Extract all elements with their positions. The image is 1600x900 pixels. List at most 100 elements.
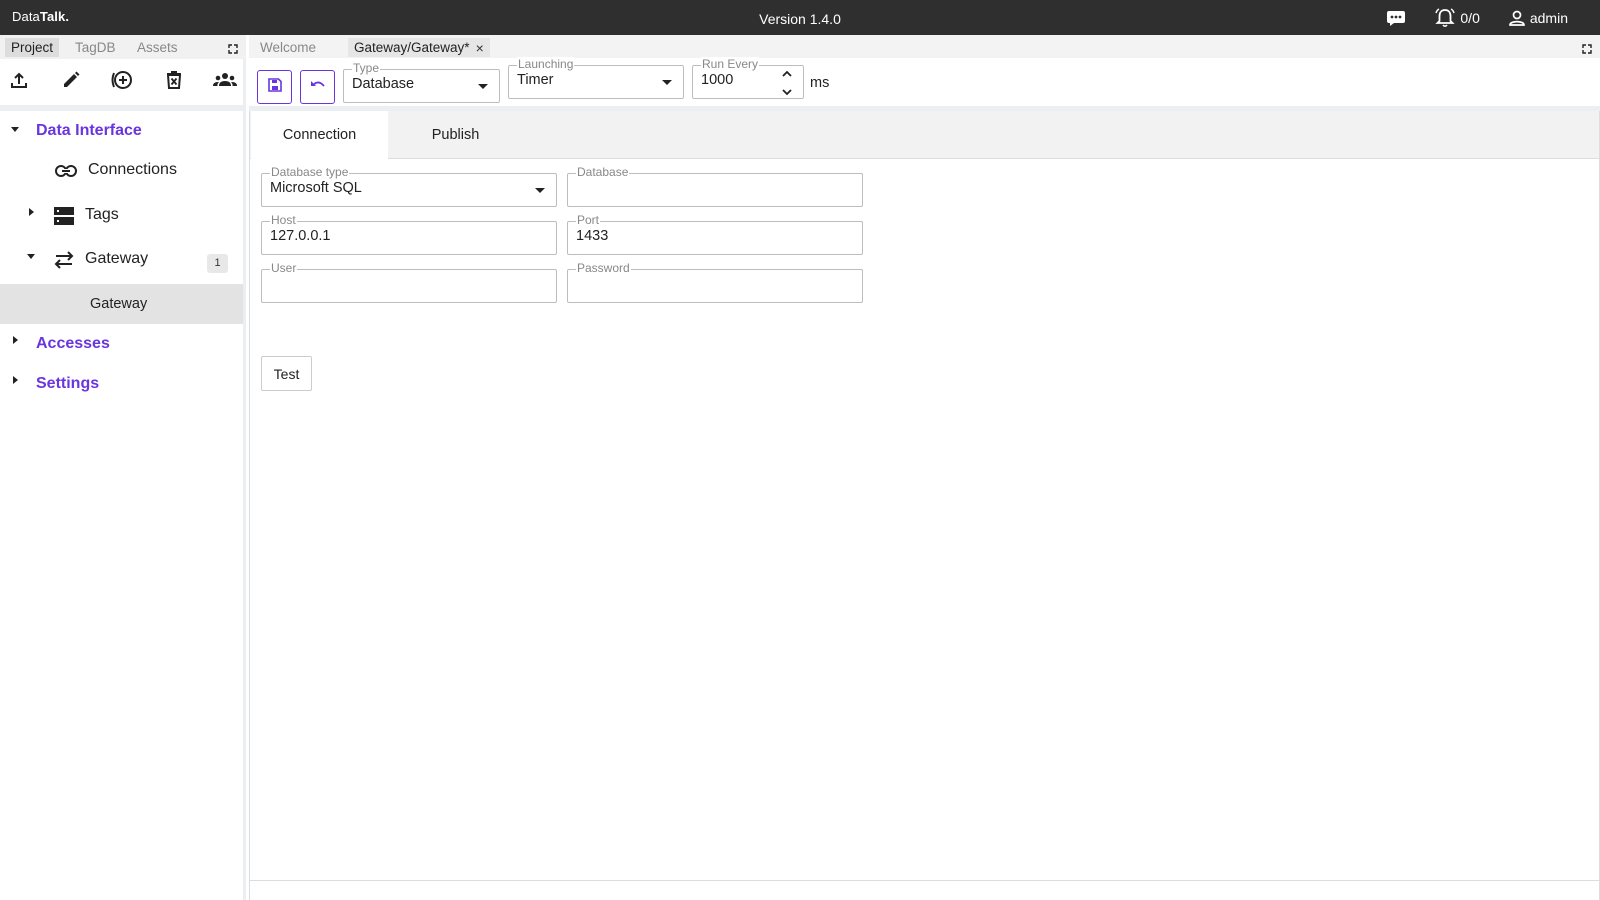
save-button[interactable]	[257, 70, 292, 104]
link-icon	[55, 164, 77, 183]
tree-item-gateway-child[interactable]: Gateway	[0, 284, 243, 324]
run-every-unit: ms	[810, 75, 830, 91]
run-every-label: Run Every	[701, 57, 760, 71]
database-type-value: Microsoft SQL	[270, 180, 362, 196]
host-input[interactable]	[270, 228, 506, 244]
edit-button[interactable]	[60, 71, 82, 93]
port-input[interactable]	[576, 228, 812, 244]
tree-item-label: Gateway	[85, 250, 149, 267]
close-icon[interactable]: ×	[476, 40, 484, 56]
launching-value: Timer	[517, 72, 554, 88]
database-label: Database	[576, 165, 630, 179]
launching-label: Launching	[517, 57, 575, 71]
add-button[interactable]	[110, 69, 134, 96]
expand-icon	[228, 41, 238, 58]
tab-connection[interactable]: Connection	[251, 111, 388, 160]
project-toolbar	[0, 61, 246, 105]
user-input[interactable]	[270, 276, 506, 292]
chat-button[interactable]	[1386, 9, 1406, 27]
document-tabs: Welcome Gateway/Gateway* ×	[249, 35, 1600, 58]
gateway-editor: Connection Publish Database type Microso…	[249, 111, 1600, 900]
tree-item-label: Tags	[85, 206, 119, 223]
database-type-select[interactable]: Database type Microsoft SQL	[261, 165, 557, 207]
chat-icon	[1386, 9, 1406, 27]
users-button[interactable]	[213, 71, 237, 93]
number-stepper[interactable]	[781, 69, 793, 97]
brand-regular: Data	[12, 9, 40, 24]
editor-toolbar: Type Database Launching Timer Run Every …	[249, 57, 1600, 106]
bell-icon	[1434, 8, 1456, 28]
section-label: Accesses	[36, 335, 110, 352]
password-field[interactable]: Password	[567, 261, 863, 303]
count-badge: 1	[207, 254, 228, 273]
brand-bold: Talk.	[39, 9, 70, 24]
caret-right-icon	[13, 376, 18, 384]
tree-item-label: Gateway	[90, 296, 148, 312]
tree-section-settings[interactable]: Settings	[0, 364, 243, 404]
port-field[interactable]: Port	[567, 213, 863, 255]
tree-section-accesses[interactable]: Accesses	[0, 324, 243, 364]
maximize-panel-button[interactable]	[228, 41, 238, 59]
upload-icon	[9, 70, 29, 95]
tree-item-tags[interactable]: Tags	[0, 194, 243, 238]
content-tabs: Connection Publish	[250, 111, 1599, 160]
section-label: Settings	[36, 375, 100, 392]
person-icon	[1508, 9, 1526, 27]
database-field[interactable]: Database	[567, 165, 863, 207]
dropdown-arrow-icon	[478, 84, 488, 89]
type-label: Type	[352, 61, 381, 75]
user-name: admin	[1529, 10, 1568, 26]
maximize-editor-button[interactable]	[1582, 41, 1592, 59]
tree-section-data-interface[interactable]: Data Interface	[0, 111, 243, 147]
add-circle-icon	[110, 69, 134, 96]
section-label: Data Interface	[36, 122, 142, 139]
editor-area: Welcome Gateway/Gateway* × Type Database…	[249, 35, 1600, 900]
tree-item-gateway[interactable]: Gateway 1	[0, 238, 243, 282]
password-label: Password	[576, 261, 631, 275]
user-menu[interactable]: admin	[1508, 9, 1568, 27]
app-logo: DataTalk.	[12, 9, 69, 24]
edit-icon	[61, 70, 81, 95]
tree-item-connections[interactable]: Connections	[0, 150, 243, 190]
left-panel-tabs: Project TagDB Assets	[0, 35, 246, 59]
tab-publish[interactable]: Publish	[387, 111, 524, 159]
upload-button[interactable]	[8, 71, 30, 93]
user-label: User	[270, 261, 298, 275]
type-select[interactable]: Type Database	[343, 61, 500, 103]
tab-project[interactable]: Project	[5, 38, 60, 57]
dropdown-arrow-icon	[535, 188, 545, 193]
alarms-button[interactable]: 0/0	[1434, 8, 1480, 28]
swap-horizontal-icon	[53, 250, 75, 275]
caret-down-icon	[11, 127, 19, 132]
content-bottom-border	[250, 880, 1599, 881]
host-field[interactable]: Host	[261, 213, 557, 255]
delete-icon	[165, 70, 183, 95]
launching-select[interactable]: Launching Timer	[508, 57, 684, 99]
group-icon	[213, 71, 237, 94]
tab-gateway[interactable]: Gateway/Gateway* ×	[348, 38, 490, 57]
tab-title: Gateway/Gateway*	[354, 40, 470, 55]
alarms-count: 0/0	[1460, 10, 1480, 26]
database-type-label: Database type	[270, 165, 350, 179]
tree-item-label: Connections	[88, 161, 177, 178]
caret-down-icon	[27, 254, 35, 259]
dropdown-arrow-icon	[662, 80, 672, 85]
run-every-field[interactable]: Run Every	[692, 57, 804, 99]
tab-tagdb[interactable]: TagDB	[69, 38, 122, 57]
tab-welcome[interactable]: Welcome	[254, 38, 322, 57]
expand-icon	[1582, 41, 1592, 58]
top-bar: DataTalk. Version 1.4.0 0/0 admin	[0, 0, 1600, 35]
user-field[interactable]: User	[261, 261, 557, 303]
undo-icon	[310, 78, 326, 96]
project-panel: Project TagDB Assets Data Interface Conn…	[0, 35, 246, 900]
password-input[interactable]	[576, 276, 812, 292]
test-connection-button[interactable]: Test	[261, 356, 312, 391]
storage-icon	[54, 207, 74, 230]
run-every-input[interactable]	[701, 72, 771, 88]
delete-button[interactable]	[163, 70, 185, 95]
database-input[interactable]	[576, 180, 812, 196]
app-version: Version 1.4.0	[759, 11, 841, 27]
tab-assets[interactable]: Assets	[131, 38, 184, 57]
undo-button[interactable]	[300, 70, 335, 104]
save-icon	[267, 77, 282, 97]
